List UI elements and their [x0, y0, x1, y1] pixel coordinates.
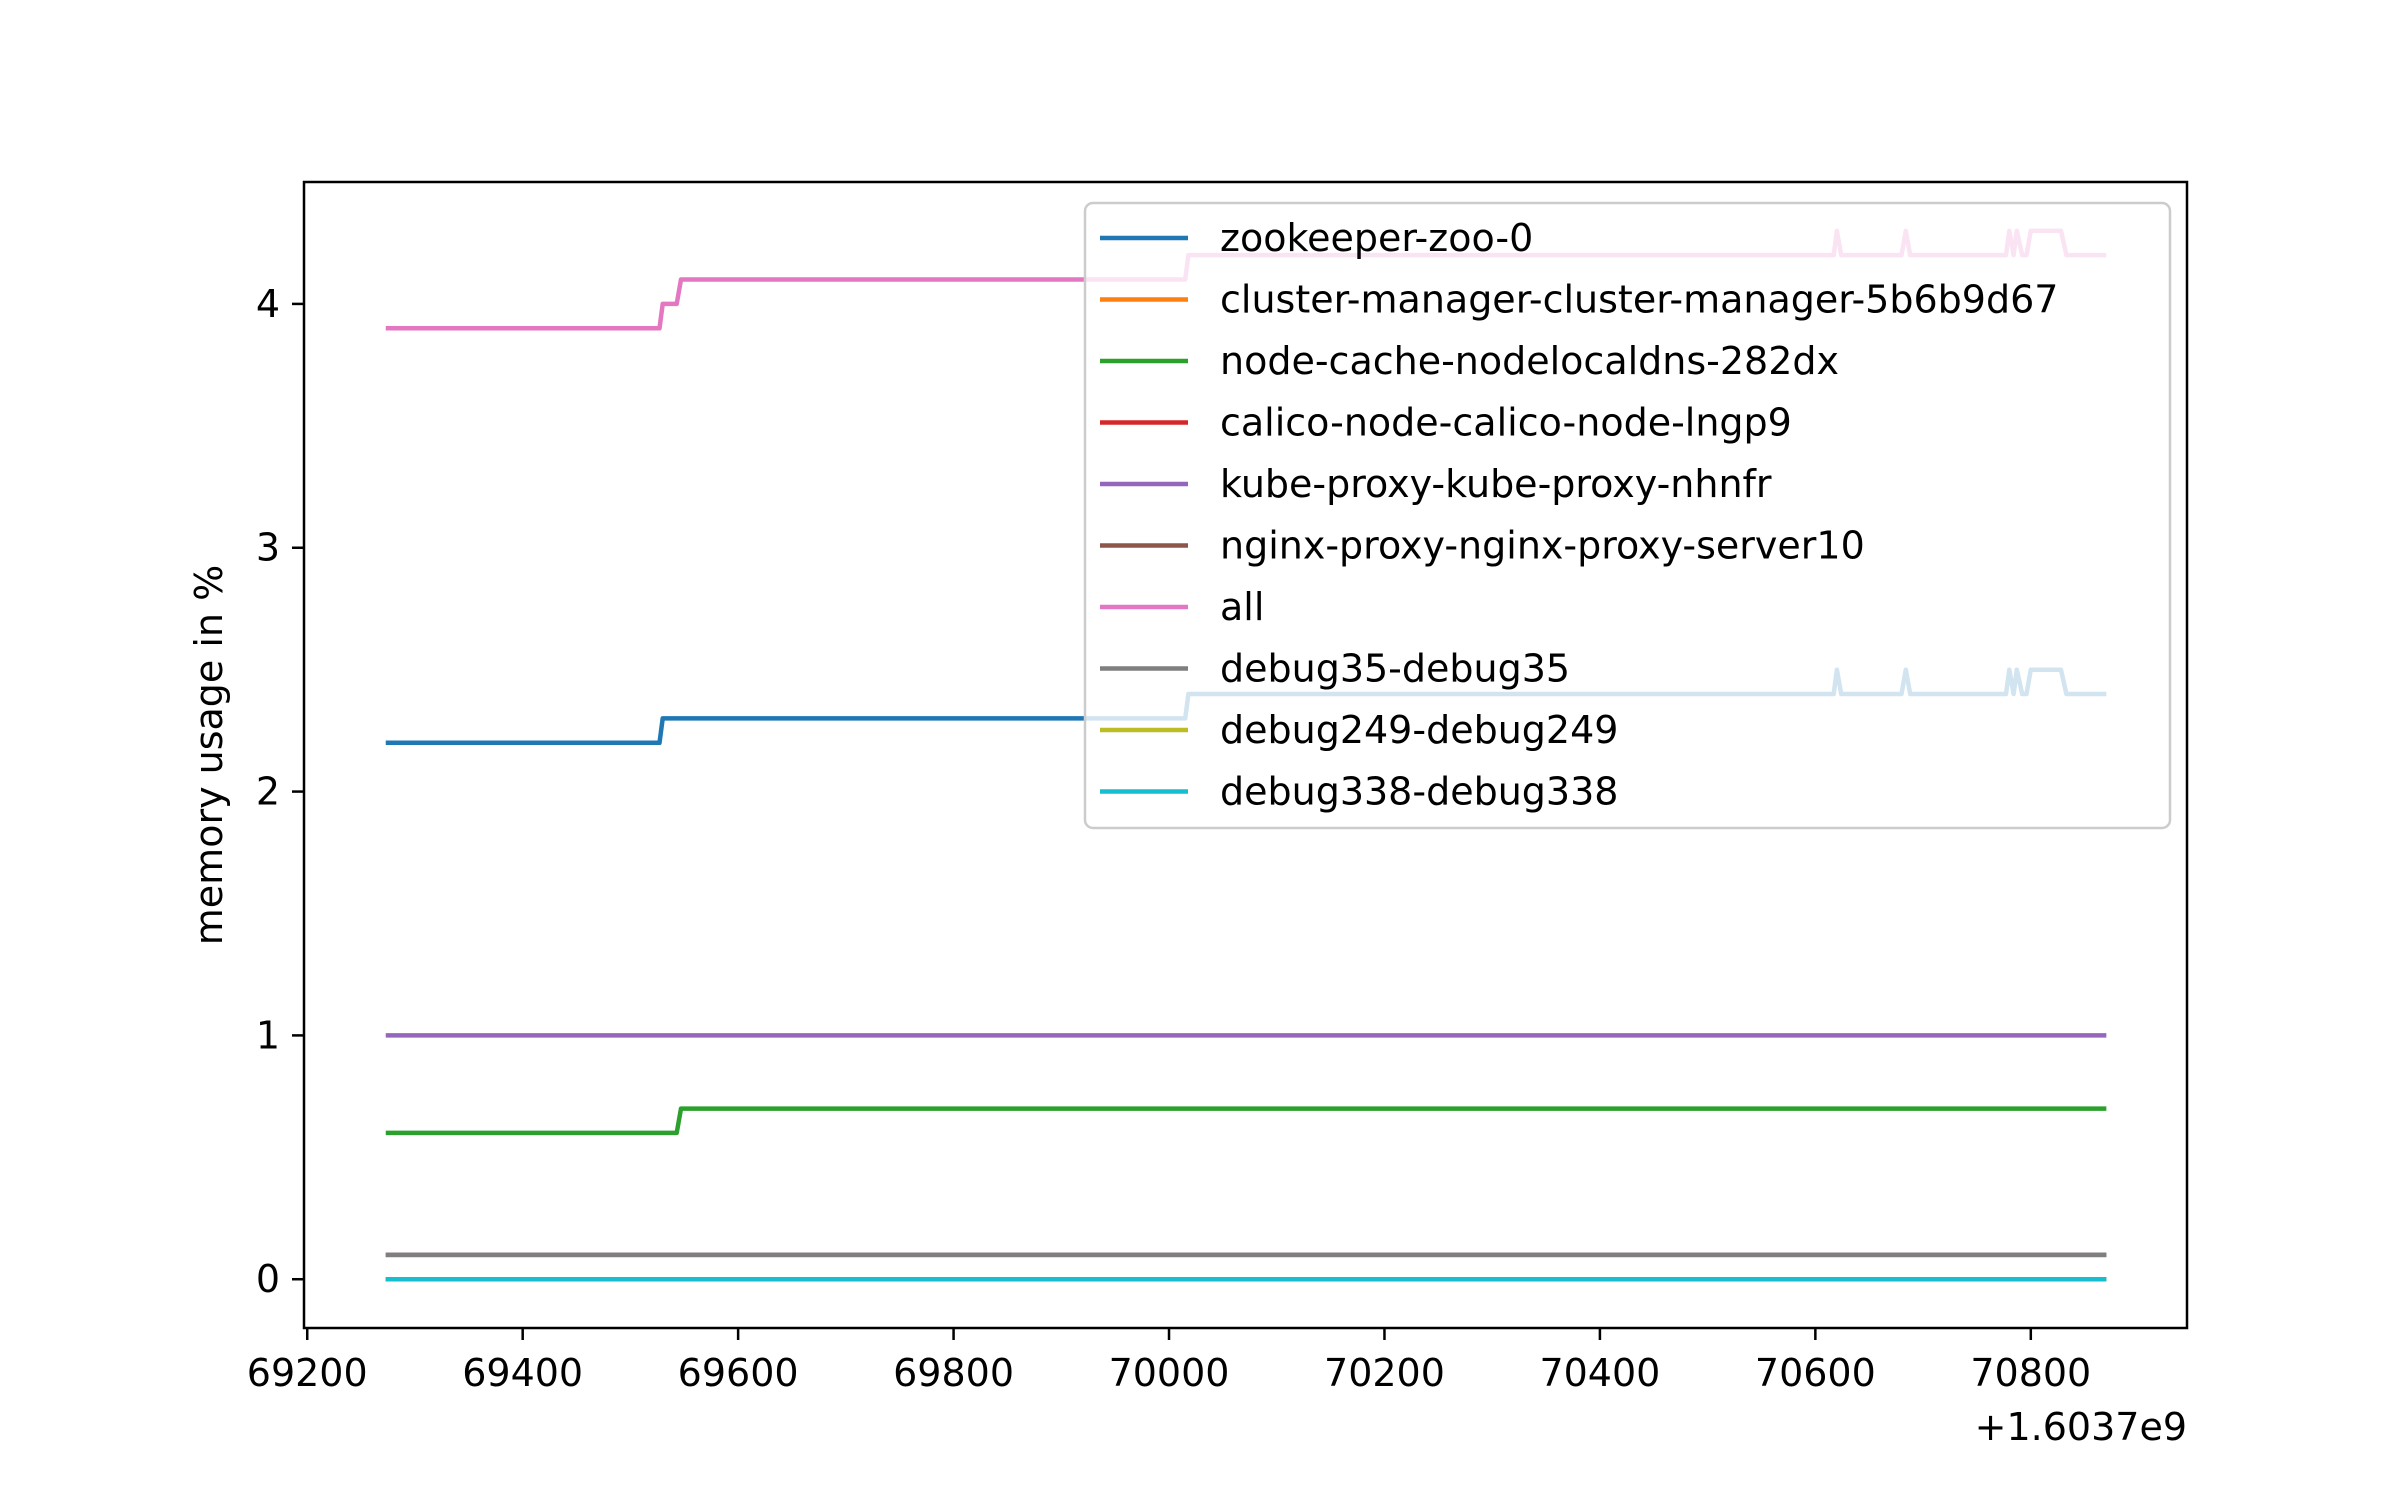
- memory-usage-chart: 69200 69400 69600 69800 70000 70200 70400 70600…: [0, 0, 2400, 1500]
- x-axis-offset-label: +1.6037e9: [1975, 1405, 2187, 1449]
- legend-entry-label: debug249-debug249: [1220, 708, 1618, 752]
- x-tick-label: 69800: [893, 1351, 1014, 1395]
- x-tick-label: 70200: [1324, 1351, 1445, 1395]
- x-tick-label: 70000: [1109, 1351, 1230, 1395]
- legend-entry-label: zookeeper-zoo-0: [1220, 216, 1533, 260]
- legend-entry-label: calico-node-calico-node-lngp9: [1220, 401, 1792, 445]
- x-tick-label: 70600: [1755, 1351, 1876, 1395]
- legend-entry-label: debug35-debug35: [1220, 647, 1570, 691]
- legend-entry-label: all: [1220, 585, 1264, 629]
- legend-entry-label: node-cache-nodelocaldns-282dx: [1220, 339, 1839, 383]
- legend: zookeeper-zoo-0 cluster-manager-cluster-m…: [1083, 201, 2172, 830]
- y-tick-label: 2: [256, 770, 280, 814]
- x-tick-label: 69600: [678, 1351, 799, 1395]
- y-tick-label: 1: [256, 1013, 280, 1057]
- y-tick-label: 3: [256, 526, 280, 570]
- legend-entry-label: kube-proxy-kube-proxy-nhnfr: [1220, 462, 1772, 506]
- x-tick-label: 70800: [1970, 1351, 2091, 1395]
- y-tick-label: 0: [256, 1257, 280, 1301]
- y-axis-label: memory usage in %: [187, 565, 231, 945]
- x-tick-label: 70400: [1539, 1351, 1660, 1395]
- x-tick-label: 69200: [247, 1351, 368, 1395]
- legend-entry-label: nginx-proxy-nginx-proxy-server10: [1220, 524, 1865, 568]
- legend-entry-label: debug338-debug338: [1220, 770, 1618, 814]
- x-axis-ticks: 69200 69400 69600 69800 70000 70200 70400 70600…: [247, 1328, 2091, 1395]
- x-tick-label: 69400: [462, 1351, 583, 1395]
- legend-entry-label: cluster-manager-cluster-manager-5b6b9d67: [1220, 278, 2058, 322]
- y-tick-label: 4: [256, 282, 280, 326]
